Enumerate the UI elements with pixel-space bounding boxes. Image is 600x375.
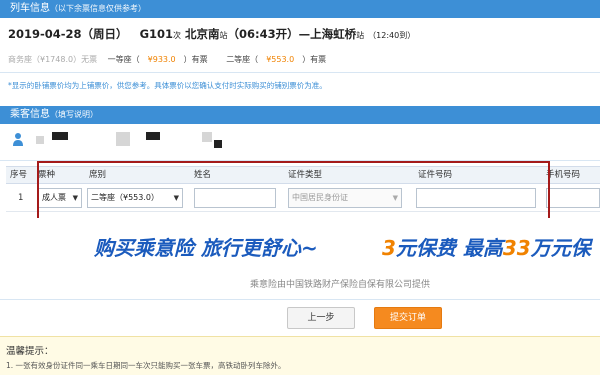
tips-title: 温馨提示： <box>6 346 54 357</box>
from-station: 北京南 <box>185 27 220 41</box>
redacted-name <box>52 132 68 140</box>
train-info-header: 列车信息（以下余票信息仅供参考） <box>0 0 600 18</box>
travel-date: 2019-04-28（周日） <box>8 27 128 41</box>
redacted-name <box>202 132 212 142</box>
business-seat-status: 商务座（¥1748.0）无票 <box>8 55 98 64</box>
submit-order-button[interactable]: 提交订单 <box>374 307 442 329</box>
col-index: 序号 <box>10 170 28 180</box>
row-index: 1 <box>18 193 24 203</box>
redacted-name <box>214 140 222 148</box>
train-number: G101 <box>139 27 174 41</box>
seat-availability: 商务座（¥1748.0）无票 一等座（ ¥933.0 ）有票 二等座（ ¥553.0）… <box>8 54 342 65</box>
saved-passengers <box>0 128 600 154</box>
redacted-name <box>36 136 44 144</box>
insurance-slogan: 购买乘意险 旅行更舒心~ <box>94 236 318 260</box>
divider <box>0 72 600 73</box>
to-station: 上海虹桥 <box>310 27 357 41</box>
phone-input[interactable] <box>546 188 600 208</box>
depart-time: （06:43开） <box>227 27 299 41</box>
train-info-note: （以下余票信息仅供参考） <box>50 4 146 13</box>
arrive-time: （12:40到） <box>368 31 416 40</box>
train-info-title: 列车信息 <box>10 3 50 14</box>
divider <box>0 299 600 300</box>
fill-instructions-link[interactable]: （填写说明） <box>50 110 98 119</box>
insurance-offer: 3元保费 最高33万元保 <box>382 236 591 260</box>
redacted-name <box>146 132 160 140</box>
passenger-info-title: 乘客信息 <box>10 109 50 120</box>
passenger-info-header: 乘客信息（填写说明） <box>0 106 600 124</box>
second-class-seat-status: 二等座（ ¥553.0 ）有票 <box>226 55 327 64</box>
redacted-name <box>116 132 130 146</box>
first-class-seat-status: 一等座（ ¥933.0 ）有票 <box>107 55 208 64</box>
price-notice: *显示的卧铺票价均为上铺票价，供您参考。具体票价以您确认支付时实际购买的铺别票价… <box>8 81 327 90</box>
col-phone: 手机号码 <box>546 170 581 180</box>
person-icon <box>13 133 23 146</box>
previous-step-button[interactable]: 上一步 <box>287 307 355 329</box>
insurance-provider: 乘意险由中国铁路财产保险自保有限公司提供 <box>250 280 431 290</box>
tips-line: 1. 一张有效身份证件同一乘车日期同一车次只能购买一张车票，高铁动卧列车除外。 <box>6 361 286 370</box>
train-summary: 2019-04-28（周日） G101次 北京南站（06:43开）—上海虹桥站 … <box>8 27 416 41</box>
